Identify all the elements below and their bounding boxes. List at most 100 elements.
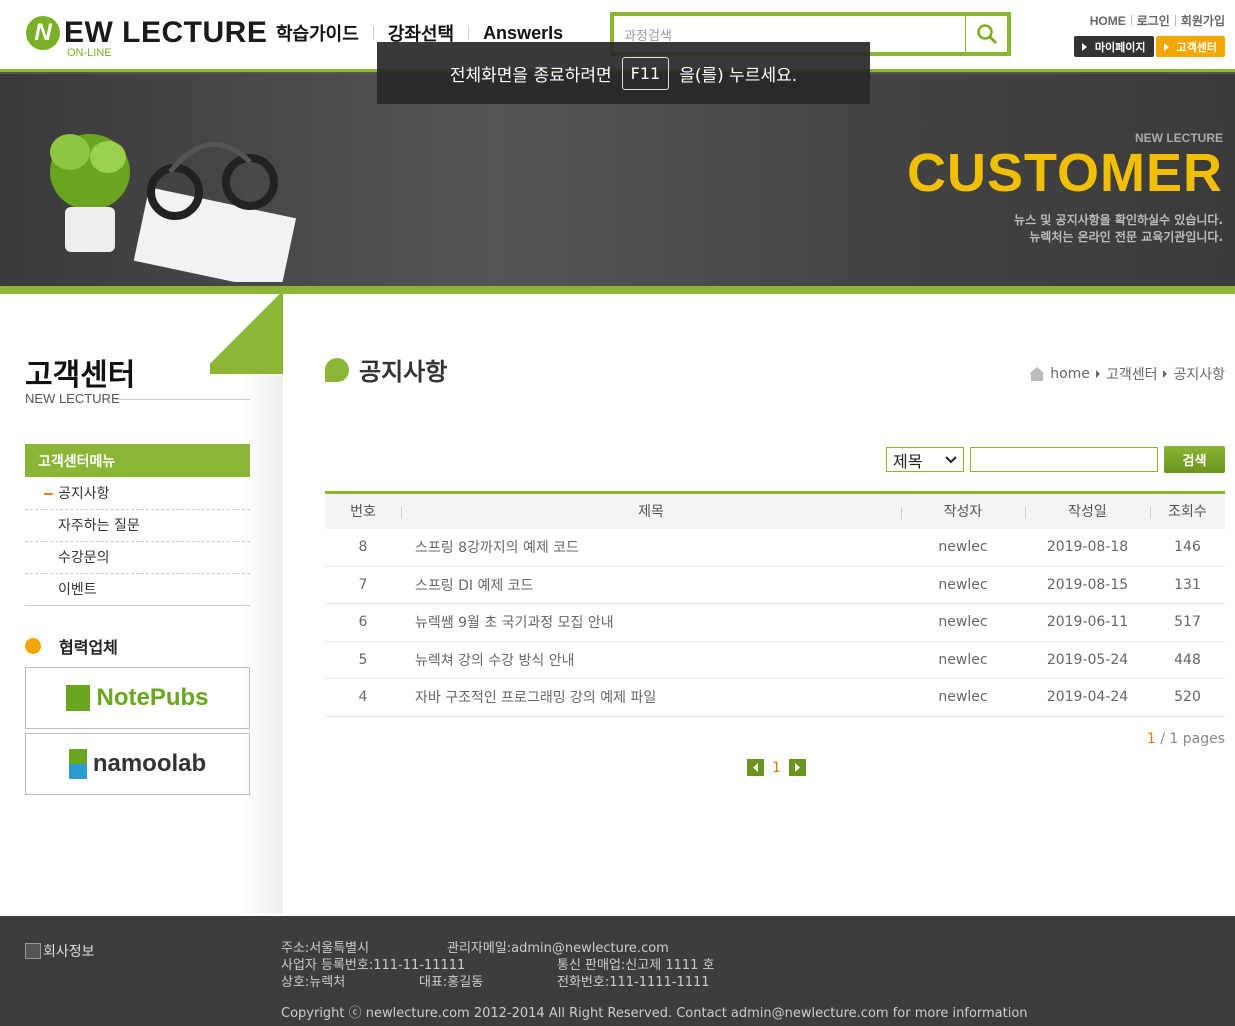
board-search-input[interactable] — [970, 447, 1158, 472]
partners-heading: 협력업체 — [25, 634, 118, 658]
board-search-form: 제목 검색 — [886, 446, 1225, 473]
signup-link[interactable]: 회원가입 — [1181, 12, 1225, 29]
namoolab-logo-icon — [68, 749, 87, 779]
chevron-down-icon — [945, 455, 957, 463]
notice-text-after: 을(를) 누르세요. — [679, 65, 798, 86]
footer-sale-no: 통신 판매업:신고제 1111 호 — [557, 958, 715, 973]
mypage-button[interactable]: 마이페이지 — [1073, 36, 1154, 57]
sidebar-subtitle: NEW LECTURE — [25, 391, 120, 406]
site-footer: 회사정보 주소:서울특별시 관리자메일:admin@newlecture.com … — [0, 916, 1235, 1026]
cell-views: 146 — [1150, 528, 1225, 567]
notice-text-before: 전체화면을 종료하려면 — [449, 65, 612, 86]
cell-title[interactable]: 뉴렉쳐 강의 수강 방식 안내 — [401, 641, 901, 679]
broken-image-icon — [25, 943, 41, 959]
leaf-icon — [325, 357, 349, 382]
home-link[interactable]: HOME — [1090, 14, 1126, 28]
next-page-button[interactable] — [788, 759, 806, 776]
login-link[interactable]: 로그인 — [1137, 12, 1170, 29]
footer-ceo: 대표:홍길동 — [419, 975, 484, 990]
page-number[interactable]: 1 — [772, 760, 781, 776]
breadcrumb: home 고객센터 공지사항 — [1028, 364, 1225, 384]
link-divider — [1174, 15, 1176, 26]
footer-biz-no: 사업자 등록번호:111-11-11111 — [281, 958, 466, 973]
breadcrumb-arrow-icon — [1163, 370, 1168, 378]
accent-divider — [0, 286, 1235, 294]
sidebar-item-event[interactable]: 이벤트 — [25, 574, 250, 606]
cell-views: 448 — [1150, 641, 1225, 679]
logo-subtext: ON-LINE — [67, 47, 112, 59]
breadcrumb-arrow-icon — [1095, 370, 1100, 378]
cell-date: 2019-04-24 — [1025, 678, 1150, 717]
footer-company: 상호:뉴렉처 — [281, 975, 346, 990]
cell-title[interactable]: 스프링 8강까지의 예제 코드 — [401, 528, 901, 567]
site-logo[interactable]: N EW LECTURE ON-LINE — [26, 16, 268, 59]
table-row[interactable]: 7 스프링 DI 예제 코드 newlec 2019-08-15 131 — [325, 566, 1225, 604]
cell-writer: newlec — [901, 641, 1025, 679]
nav-divider — [372, 26, 374, 40]
logo-text: EW LECTURE — [64, 16, 268, 49]
search-button[interactable] — [965, 16, 1007, 52]
fullscreen-notice: 전체화면을 종료하려면 F11 을(를) 누르세요. — [377, 42, 870, 104]
page-curl-decoration — [210, 294, 283, 374]
cell-views: 131 — [1150, 566, 1225, 604]
cell-title[interactable]: 스프링 DI 예제 코드 — [401, 566, 901, 604]
breadcrumb-home[interactable]: home — [1050, 366, 1090, 382]
footer-phone: 전화번호:111-1111-1111 — [557, 975, 710, 990]
copyright: Copyright ⓒ newlecture.com 2012-2014 All… — [281, 1006, 1028, 1021]
sidebar-item-faq[interactable]: 자주하는 질문 — [25, 510, 250, 542]
partner-name: namoolab — [92, 750, 207, 777]
pagination: 1 — [747, 759, 806, 776]
banner-title: CUSTOMER — [906, 143, 1223, 203]
partners-title: 협력업체 — [59, 638, 118, 657]
total-pages: / 1 pages — [1160, 731, 1225, 747]
sidebar: 고객센터 NEW LECTURE 고객센터메뉴 공지사항 자주하는 질문 수강문… — [0, 294, 283, 914]
cell-number: 7 — [325, 566, 401, 604]
cell-number: 8 — [325, 528, 401, 567]
customer-center-button[interactable]: 고객센터 — [1155, 36, 1225, 57]
cell-number: 5 — [325, 641, 401, 679]
cell-title[interactable]: 뉴렉쌤 9월 초 국기과정 모집 안내 — [401, 603, 901, 642]
footer-email: 관리자메일:admin@newlecture.com — [447, 941, 669, 956]
board-search-button[interactable]: 검색 — [1164, 446, 1225, 473]
site-header: N EW LECTURE ON-LINE 학습가이드 강좌선택 AnswerIs… — [0, 0, 1235, 104]
cell-writer: newlec — [901, 603, 1025, 642]
customer-center-label: 고객센터 — [1176, 40, 1217, 54]
col-number: 번호 — [325, 491, 401, 529]
notepubs-logo-icon — [66, 685, 91, 711]
col-date: 작성일 — [1025, 491, 1150, 529]
partner-notepubs[interactable]: NotePubs — [25, 667, 250, 729]
table-row[interactable]: 8 스프링 8강까지의 예제 코드 newlec 2019-08-18 146 — [325, 528, 1225, 567]
col-writer: 작성자 — [901, 491, 1025, 529]
table-row[interactable]: 4 자바 구조적인 프로그래밍 강의 예제 파일 newlec 2019-04-24 5… — [325, 678, 1225, 717]
banner-desc-line2: 뉴렉처는 온라인 전문 교육기관입니다. — [1029, 230, 1223, 244]
nav-answeris[interactable]: AnswerIs — [483, 23, 563, 44]
table-row[interactable]: 6 뉴렉쌤 9월 초 국기과정 모집 안내 newlec 2019-06-11 517 — [325, 603, 1225, 642]
cell-date: 2019-08-15 — [1025, 566, 1150, 604]
cell-writer: newlec — [901, 528, 1025, 567]
partner-namoolab[interactable]: namoolab — [25, 733, 250, 795]
prev-page-button[interactable] — [747, 759, 764, 776]
table-row[interactable]: 5 뉴렉쳐 강의 수강 방식 안내 newlec 2019-05-24 448 — [325, 641, 1225, 679]
breadcrumb-notice: 공지사항 — [1173, 367, 1225, 383]
cell-date: 2019-08-18 — [1025, 528, 1150, 567]
arrow-icon — [1163, 42, 1169, 51]
cell-title[interactable]: 자바 구조적인 프로그래밍 강의 예제 파일 — [401, 678, 901, 717]
sidebar-item-notice[interactable]: 공지사항 — [25, 478, 250, 510]
nav-learning-guide[interactable]: 학습가이드 — [276, 20, 359, 46]
bullet-icon — [25, 638, 41, 654]
nav-divider — [468, 26, 470, 40]
sidebar-menu: 공지사항 자주하는 질문 수강문의 이벤트 — [25, 478, 250, 606]
plant-headphones-illustration — [50, 134, 297, 282]
search-field-select[interactable]: 제목 — [886, 447, 964, 472]
main-content: 공지사항 home 고객센터 공지사항 제목 검색 번호 제목 작성자 작성일 … — [325, 294, 1225, 914]
current-page: 1 — [1146, 731, 1156, 747]
breadcrumb-customer[interactable]: 고객센터 — [1106, 364, 1158, 384]
sidebar-item-inquiry[interactable]: 수강문의 — [25, 542, 250, 574]
cell-views: 517 — [1150, 603, 1225, 642]
footer-logo-alt: 회사정보 — [43, 944, 95, 960]
table-header-row: 번호 제목 작성자 작성일 조회수 — [325, 491, 1225, 529]
arrow-left-icon — [752, 763, 758, 772]
link-divider — [1130, 15, 1132, 26]
banner-description: 뉴스 및 공지사항을 확인하실수 있습니다. 뉴렉처는 온라인 전문 교육기관입… — [1014, 212, 1223, 246]
banner-desc-line1: 뉴스 및 공지사항을 확인하실수 있습니다. — [1014, 213, 1223, 227]
